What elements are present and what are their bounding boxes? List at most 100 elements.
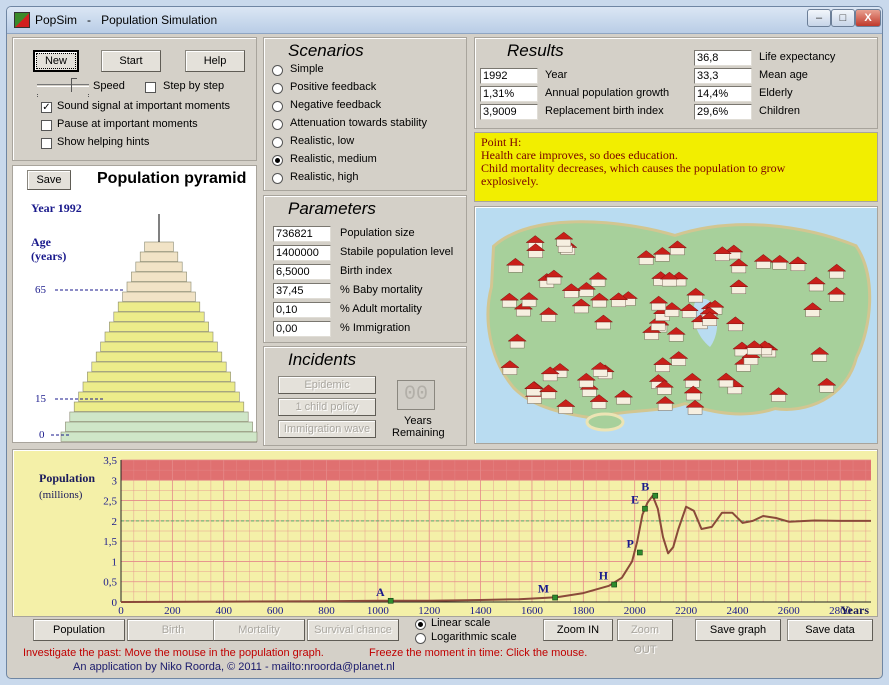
- scenario-radio[interactable]: [272, 83, 283, 94]
- x-tick-label: 0: [118, 605, 124, 617]
- scenario-label: Simple: [290, 63, 324, 75]
- pyramid-save-button[interactable]: Save: [27, 170, 71, 190]
- linear-scale-radio[interactable]: [415, 619, 426, 630]
- y-tick-label: 2: [112, 516, 118, 528]
- scenario-radio[interactable]: [272, 65, 283, 76]
- save-graph-button[interactable]: Save graph: [695, 619, 781, 641]
- event-label: M: [538, 582, 549, 596]
- speed-label: Speed: [93, 80, 125, 92]
- pyramid-age-label: Age: [31, 235, 52, 249]
- survival-chance-tab-button[interactable]: Survival chance: [307, 619, 399, 641]
- x-tick-label: 600: [267, 605, 284, 617]
- scenario-radio[interactable]: [272, 101, 283, 112]
- log-scale-radio[interactable]: [415, 633, 426, 644]
- scenario-label: Attenuation towards stability: [290, 117, 427, 129]
- pyramid-age-bar: [117, 301, 201, 312]
- population-chart[interactable]: 0 200 400 600 800 1000 1200 1400 1600 1800 2000 220…: [13, 450, 879, 618]
- scenario-label: Positive feedback: [290, 81, 377, 93]
- result-life-expectancy-label: Life expectancy: [759, 51, 836, 63]
- maximize-button[interactable]: □: [831, 9, 855, 27]
- mortality-tab-button[interactable]: Mortality: [213, 619, 305, 641]
- status-hint-2: Freeze the moment in time: Click the mou…: [369, 647, 588, 659]
- pyramid-title: Population pyramid: [97, 170, 247, 187]
- population-tab-button[interactable]: Population: [33, 619, 125, 641]
- speed-slider-ticks: [37, 94, 89, 97]
- x-tick-label: 1200: [418, 605, 441, 617]
- event-label: B: [641, 480, 649, 494]
- message-line: Child mortality decreases, which causes …: [481, 161, 786, 175]
- parameter-input[interactable]: 736821: [273, 226, 331, 242]
- event-point[interactable]: [387, 597, 394, 604]
- y-tick-label: 1: [112, 556, 118, 568]
- pause-label: Pause at important moments: [57, 118, 198, 130]
- app-window: PopSim - Population Simulation – □ X New…: [6, 6, 883, 679]
- scenario-label: Realistic, low: [290, 135, 355, 147]
- pyramid-tick-65: 65: [35, 284, 47, 296]
- hints-checkbox[interactable]: [41, 138, 52, 149]
- one-child-policy-button[interactable]: 1 child policy: [278, 398, 376, 416]
- x-tick-label: 2200: [675, 605, 698, 617]
- event-point[interactable]: [552, 594, 558, 601]
- y-tick-label: 0: [112, 597, 118, 609]
- remaining-label: Remaining: [392, 427, 445, 439]
- event-point[interactable]: [642, 505, 648, 512]
- x-tick-label: 1000: [367, 605, 390, 617]
- step-by-step-checkbox[interactable]: [145, 82, 156, 93]
- linear-scale-label: Linear scale: [431, 617, 491, 629]
- event-point[interactable]: [652, 492, 659, 499]
- scenario-label: Realistic, medium: [290, 153, 377, 165]
- speed-slider-thumb[interactable]: [71, 78, 77, 92]
- parameter-label: % Baby mortality: [340, 284, 423, 296]
- pause-checkbox[interactable]: [41, 120, 52, 131]
- sound-checkbox[interactable]: ✓: [41, 102, 52, 113]
- event-point[interactable]: [611, 581, 617, 588]
- zoom-in-button[interactable]: Zoom IN: [543, 619, 613, 641]
- close-button[interactable]: X: [855, 9, 881, 27]
- pyramid-age-bar: [60, 431, 258, 442]
- pyramid-age-bar: [109, 321, 209, 332]
- start-button[interactable]: Start: [101, 50, 161, 72]
- x-tick-label: 2400: [726, 605, 749, 617]
- result-growth-field: 1,31%: [480, 86, 538, 102]
- scenario-radio[interactable]: [272, 155, 283, 166]
- save-data-button[interactable]: Save data: [787, 619, 873, 641]
- x-tick-label: 2600: [778, 605, 801, 617]
- parameter-input[interactable]: 1400000: [273, 245, 331, 261]
- epidemic-button[interactable]: Epidemic: [278, 376, 376, 394]
- event-label: P: [626, 537, 633, 551]
- birth-tab-button[interactable]: Birth: [127, 619, 219, 641]
- scenario-radio[interactable]: [272, 119, 283, 130]
- incidents-title: Incidents: [288, 350, 357, 369]
- scenario-radio[interactable]: [272, 173, 283, 184]
- help-button[interactable]: Help: [185, 50, 245, 72]
- result-children-field: 29,6%: [694, 104, 752, 120]
- parameter-input[interactable]: 0,10: [273, 302, 331, 318]
- pyramid-bars: [60, 241, 258, 442]
- event-label: A: [376, 585, 385, 599]
- event-point[interactable]: [637, 549, 643, 556]
- parameter-input[interactable]: 6,5000: [273, 264, 331, 280]
- pyramid-age-bar: [122, 291, 196, 302]
- incidents-panel: Incidents Epidemic 1 child policy Immigr…: [263, 346, 467, 446]
- parameter-input[interactable]: 37,45: [273, 283, 331, 299]
- result-mean-age-label: Mean age: [759, 69, 808, 81]
- x-tick-label: 200: [164, 605, 181, 617]
- pyramid-chart: Year 1992 Age (years) 65 15 0: [31, 201, 258, 442]
- speed-slider-track[interactable]: [37, 84, 89, 87]
- new-button[interactable]: New: [33, 50, 79, 72]
- small-islet: [585, 412, 625, 432]
- scenario-radio[interactable]: [272, 137, 283, 148]
- zoom-out-button[interactable]: Zoom OUT: [617, 619, 673, 656]
- immigration-wave-button[interactable]: Immigration wave: [278, 420, 376, 438]
- event-label: E: [631, 493, 639, 507]
- results-title: Results: [507, 41, 564, 60]
- parameters-title: Parameters: [288, 199, 376, 218]
- pyramid-age-bar: [100, 341, 218, 352]
- parameter-input[interactable]: 0,00: [273, 321, 331, 337]
- message-line: explosively.: [481, 174, 539, 188]
- pyramid-age-bar: [91, 361, 227, 372]
- minimize-button[interactable]: –: [807, 9, 831, 27]
- population-chart-panel: 0 200 400 600 800 1000 1200 1400 1600 1800 2000 220…: [12, 449, 878, 617]
- y-axis-unit: (millions): [39, 489, 83, 501]
- pyramid-age-bar: [113, 311, 205, 322]
